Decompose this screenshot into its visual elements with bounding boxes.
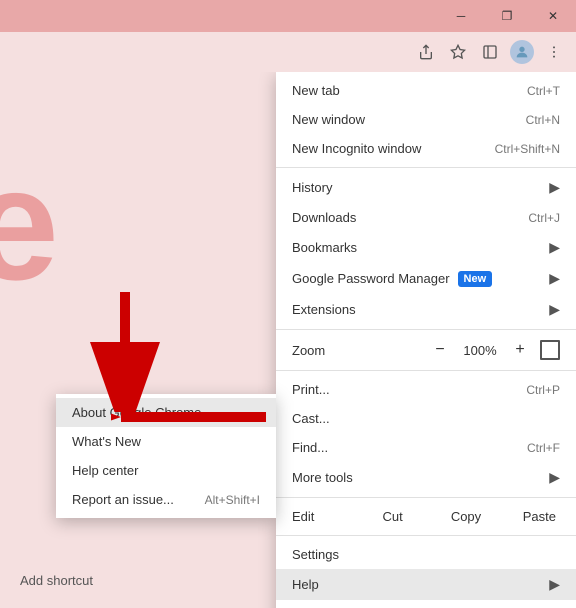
main-content: e Add shortcut New tab Ctrl+T New window… [0,72,576,608]
add-shortcut-button[interactable]: Add shortcut [20,573,93,588]
separator-3 [276,370,576,371]
submenu-item-whats-new[interactable]: What's New [56,427,276,456]
restore-button[interactable]: ❐ [484,0,530,32]
google-letter-decoration: e [0,132,59,316]
menu-item-help[interactable]: Help ▶ [276,569,576,600]
zoom-row: Zoom − 100% + [276,334,576,366]
separator-1 [276,167,576,168]
separator-2 [276,329,576,330]
share-icon[interactable] [412,38,440,66]
separator-4 [276,497,576,498]
submenu-item-about-chrome[interactable]: About Google Chrome [56,398,276,427]
menu-item-exit[interactable]: Exit [276,600,576,608]
menu-item-print[interactable]: Print... Ctrl+P [276,375,576,404]
browser-toolbar [0,32,576,72]
menu-item-password-manager[interactable]: Google Password Manager New ▶ [276,263,576,294]
fullscreen-button[interactable] [540,340,560,360]
title-bar: ─ ❐ ✕ [0,0,576,32]
separator-5 [276,535,576,536]
menu-item-find[interactable]: Find... Ctrl+F [276,433,576,462]
bookmark-icon[interactable] [444,38,472,66]
minimize-button[interactable]: ─ [438,0,484,32]
submenu-item-help-center[interactable]: Help center [56,456,276,485]
menu-item-downloads[interactable]: Downloads Ctrl+J [276,203,576,232]
edit-row: Edit Cut Copy Paste [276,502,576,531]
menu-item-history[interactable]: History ▶ [276,172,576,203]
chrome-menu: New tab Ctrl+T New window Ctrl+N New Inc… [276,72,576,608]
copy-button[interactable]: Copy [429,502,502,531]
menu-item-new-window[interactable]: New window Ctrl+N [276,105,576,134]
menu-icon[interactable] [540,38,568,66]
profile-icon[interactable] [508,38,536,66]
close-button[interactable]: ✕ [530,0,576,32]
zoom-value-display: 100% [460,343,500,358]
menu-item-more-tools[interactable]: More tools ▶ [276,462,576,493]
menu-item-new-incognito[interactable]: New Incognito window Ctrl+Shift+N [276,134,576,163]
zoom-in-button[interactable]: + [508,338,532,362]
zoom-out-button[interactable]: − [428,338,452,362]
menu-item-cast[interactable]: Cast... [276,404,576,433]
menu-item-bookmarks[interactable]: Bookmarks ▶ [276,232,576,263]
paste-button[interactable]: Paste [503,502,576,531]
menu-item-extensions[interactable]: Extensions ▶ [276,294,576,325]
cut-button[interactable]: Cut [356,502,429,531]
menu-item-new-tab[interactable]: New tab Ctrl+T [276,76,576,105]
new-badge: New [458,271,493,287]
submenu-item-report-issue[interactable]: Report an issue... Alt+Shift+I [56,485,276,514]
menu-item-settings[interactable]: Settings [276,540,576,569]
sidebar-toggle-icon[interactable] [476,38,504,66]
help-submenu: About Google Chrome What's New Help cent… [56,394,276,518]
